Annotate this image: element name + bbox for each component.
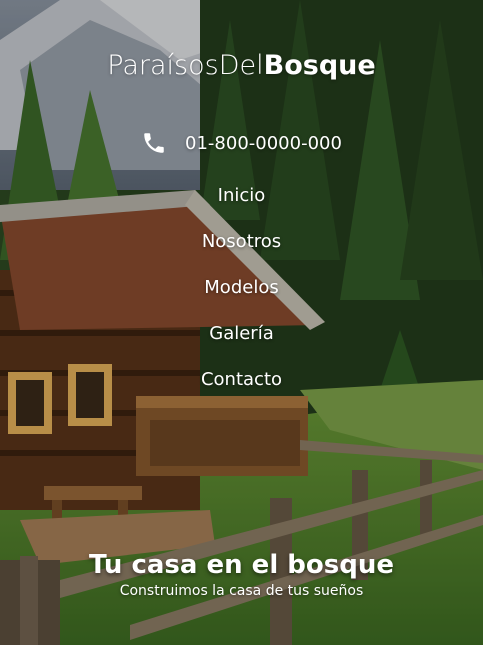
hero-section: ParaísosDelBosque 01-800-0000-000 Inicio…	[0, 0, 483, 645]
phone-contact[interactable]: 01-800-0000-000	[0, 130, 483, 156]
hero-subheadline: Construimos la casa de tus sueños	[119, 583, 364, 599]
nav-item-contacto[interactable]: Contacto	[201, 368, 282, 391]
phone-icon	[141, 130, 167, 156]
site-logo[interactable]: ParaísosDelBosque	[0, 50, 483, 81]
nav-item-inicio[interactable]: Inicio	[218, 184, 266, 207]
logo-bold-text: Bosque	[263, 50, 376, 81]
hero-headline: Tu casa en el bosque	[89, 550, 394, 580]
main-navigation: Inicio Nosotros Modelos Galería Contacto	[0, 184, 483, 414]
nav-item-modelos[interactable]: Modelos	[204, 276, 278, 299]
nav-item-nosotros[interactable]: Nosotros	[202, 230, 281, 253]
hero-tagline: Tu casa en el bosque Construimos la casa…	[0, 548, 483, 600]
logo-light-text: ParaísosDel	[107, 50, 264, 81]
nav-item-galeria[interactable]: Galería	[209, 322, 274, 345]
phone-number: 01-800-0000-000	[185, 132, 342, 154]
